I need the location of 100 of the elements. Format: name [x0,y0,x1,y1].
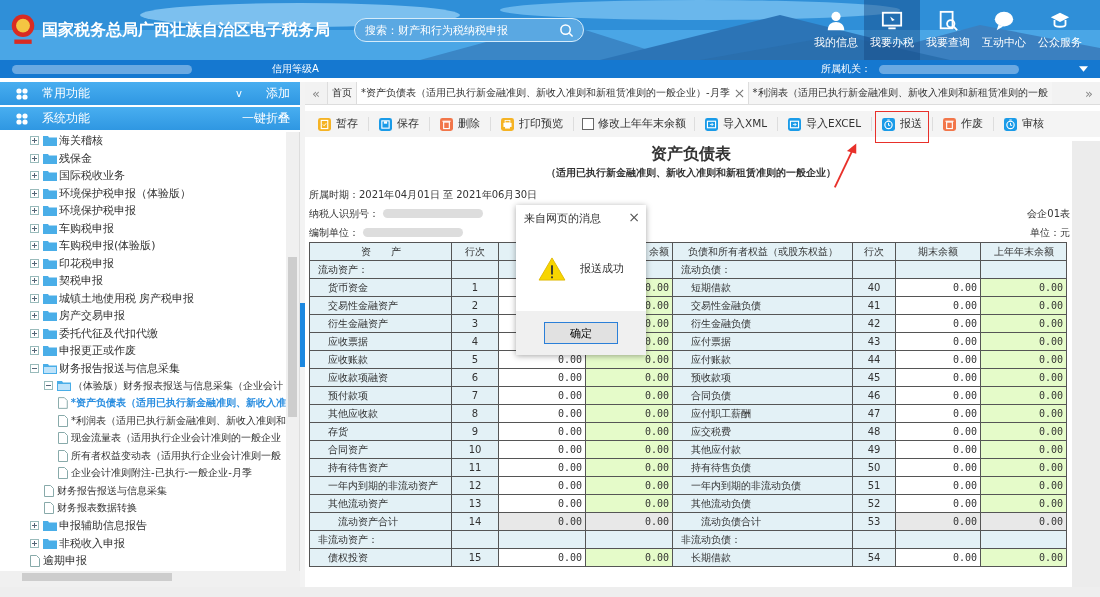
splitter-handle[interactable] [300,302,305,367]
expand-toggle[interactable] [44,381,53,391]
monitor-icon [881,10,903,32]
folder-icon [43,187,57,199]
expand-toggle[interactable] [30,293,39,303]
tree-item[interactable]: 车购税申报(体验版) [59,238,156,254]
nav-item[interactable]: 我要查询 [920,0,976,60]
toolbar-button[interactable]: 打印预览 [494,111,570,137]
tree-item[interactable]: （体验版）财务报表报送与信息采集（企业会计 [73,378,283,393]
person-icon [825,10,847,32]
tree-item[interactable]: 印花税申报 [59,255,114,271]
expand-toggle[interactable] [30,363,39,373]
close-button[interactable]: × [628,211,640,226]
tab[interactable]: *资产负债表（适用已执行新金融准则、新收入准则和新租赁准则的一般企业）-月季 [356,82,748,104]
tree-item[interactable]: 海关稽核 [59,133,103,149]
nav-item[interactable]: 公众服务 [1032,0,1088,60]
warning-icon [538,256,566,281]
tree-item[interactable]: 财务报告报送与信息采集 [57,483,167,498]
folder-icon [43,170,57,182]
nav-item[interactable]: 我的信息 [808,0,864,60]
tree-item[interactable]: 现金流量表（适用执行企业会计准则的一般企业 [71,431,281,446]
toolbar-button[interactable]: 导入XML [698,111,775,137]
document-icon [58,414,68,427]
expand-toggle[interactable] [30,206,39,216]
tree-item[interactable]: 契税申报 [59,273,103,289]
tree-item[interactable]: 逾期申报 [43,553,87,569]
toolbar-button[interactable]: 删除 [433,111,487,137]
expand-toggle[interactable] [30,223,39,233]
folder-icon [43,537,57,549]
search-field[interactable]: 搜索：财产和行为税纳税申报 [354,18,584,42]
expand-toggle[interactable] [30,136,39,146]
document-icon [58,449,68,462]
section-title: 系统功能 [42,110,91,127]
toolbar-button[interactable]: 审核 [997,111,1051,137]
expand-toggle[interactable] [30,311,39,321]
checkbox[interactable]: 修改上年年末余额 [577,117,691,131]
folder-icon [43,135,57,147]
document-icon [44,502,54,515]
tree-item[interactable]: 国际税收业务 [59,168,125,184]
dropdown-caret-icon[interactable] [1079,66,1088,72]
tree-item[interactable]: 城镇土地使用税 房产税申报 [59,290,195,306]
expand-toggle[interactable] [30,188,39,198]
sheet-subtitle: （适用已执行新金融准则、新收入准则和新租赁准则的一般企业） [545,167,836,180]
tree-item[interactable]: 环境保护税申报（体验版） [59,185,191,201]
nav-item[interactable]: 我要办税 [864,0,920,60]
document-icon [58,397,68,410]
folder-icon [43,275,57,287]
column-header: 行次 [852,242,896,261]
tree-item[interactable]: 申报辅助信息报告 [59,518,147,534]
folder-icon [43,292,57,304]
folder-icon [43,257,57,269]
tree-item[interactable]: 申报更正或作废 [59,343,136,359]
column-header: 资 产 [309,242,452,261]
tree-item[interactable]: 车购税申报 [59,220,114,236]
expand-toggle[interactable] [30,153,39,163]
close-icon[interactable] [734,88,744,98]
expand-toggle[interactable] [30,538,39,548]
folder-icon [43,152,57,164]
expand-toggle[interactable] [30,241,39,251]
tree-item[interactable]: 所有者权益变动表（适用执行企业会计准则一般 [71,448,281,463]
expand-toggle[interactable] [30,276,39,286]
chat-bubble-icon [993,10,1015,32]
dialog-title: 来自网页的消息 [524,211,601,226]
period-text: 所属时期：2021年04月01日 至 2021年06月30日 [309,187,538,202]
scrollbar[interactable] [286,132,299,571]
document-icon [58,432,68,445]
column-header: 期末余额 [895,242,981,261]
folder-icon [43,345,57,357]
tree-item[interactable]: 委托代征及代扣代缴 [59,325,158,341]
tree-item[interactable]: 非税收入申报 [59,535,125,551]
credit-level: 信用等级A [272,62,319,76]
tree-item[interactable]: 财务报告报送与信息采集 [59,360,180,376]
expand-toggle[interactable] [30,258,39,268]
expand-toggle[interactable] [30,346,39,356]
tree-item[interactable]: 环境保护税申报 [59,203,136,219]
tree-item[interactable]: *资产负债表（适用已执行新金融准则、新收入准 [70,396,286,411]
folder-icon [43,327,57,339]
tree-item[interactable]: 房产交易申报 [59,308,125,324]
expand-toggle[interactable] [30,171,39,181]
tree-item[interactable]: 残保金 [59,150,92,166]
toolbar-button[interactable]: 导入EXCEL [781,111,868,137]
tree-item[interactable]: *利润表（适用已执行新金融准则、新收入准则和 [71,413,286,428]
currency-unit: 单位：元 [1030,225,1070,240]
ok-button[interactable]: 确定 [544,322,618,344]
tree-item[interactable]: 企业会计准则附注-已执行-一般企业-月季 [71,466,252,481]
folder-icon [43,362,57,374]
toolbar-button[interactable]: 保存 [372,111,426,137]
toolbar-button[interactable]: 暂存 [311,111,365,137]
authority-label: 所属机关： [821,62,871,76]
form-number: 会企01表 [1027,206,1070,221]
nav-item[interactable]: 互动中心 [976,0,1032,60]
toolbar-button[interactable]: 作废 [936,111,990,137]
folder-icon [43,520,57,532]
section-title: 常用功能 [42,85,91,102]
tree-item[interactable]: 财务报表数据转换 [57,501,137,516]
grid-icon [16,112,28,125]
expand-toggle[interactable] [30,328,39,338]
expand-toggle[interactable] [30,521,39,531]
folder-icon [57,380,71,392]
toolbar-button[interactable]: 报送 [875,111,929,143]
